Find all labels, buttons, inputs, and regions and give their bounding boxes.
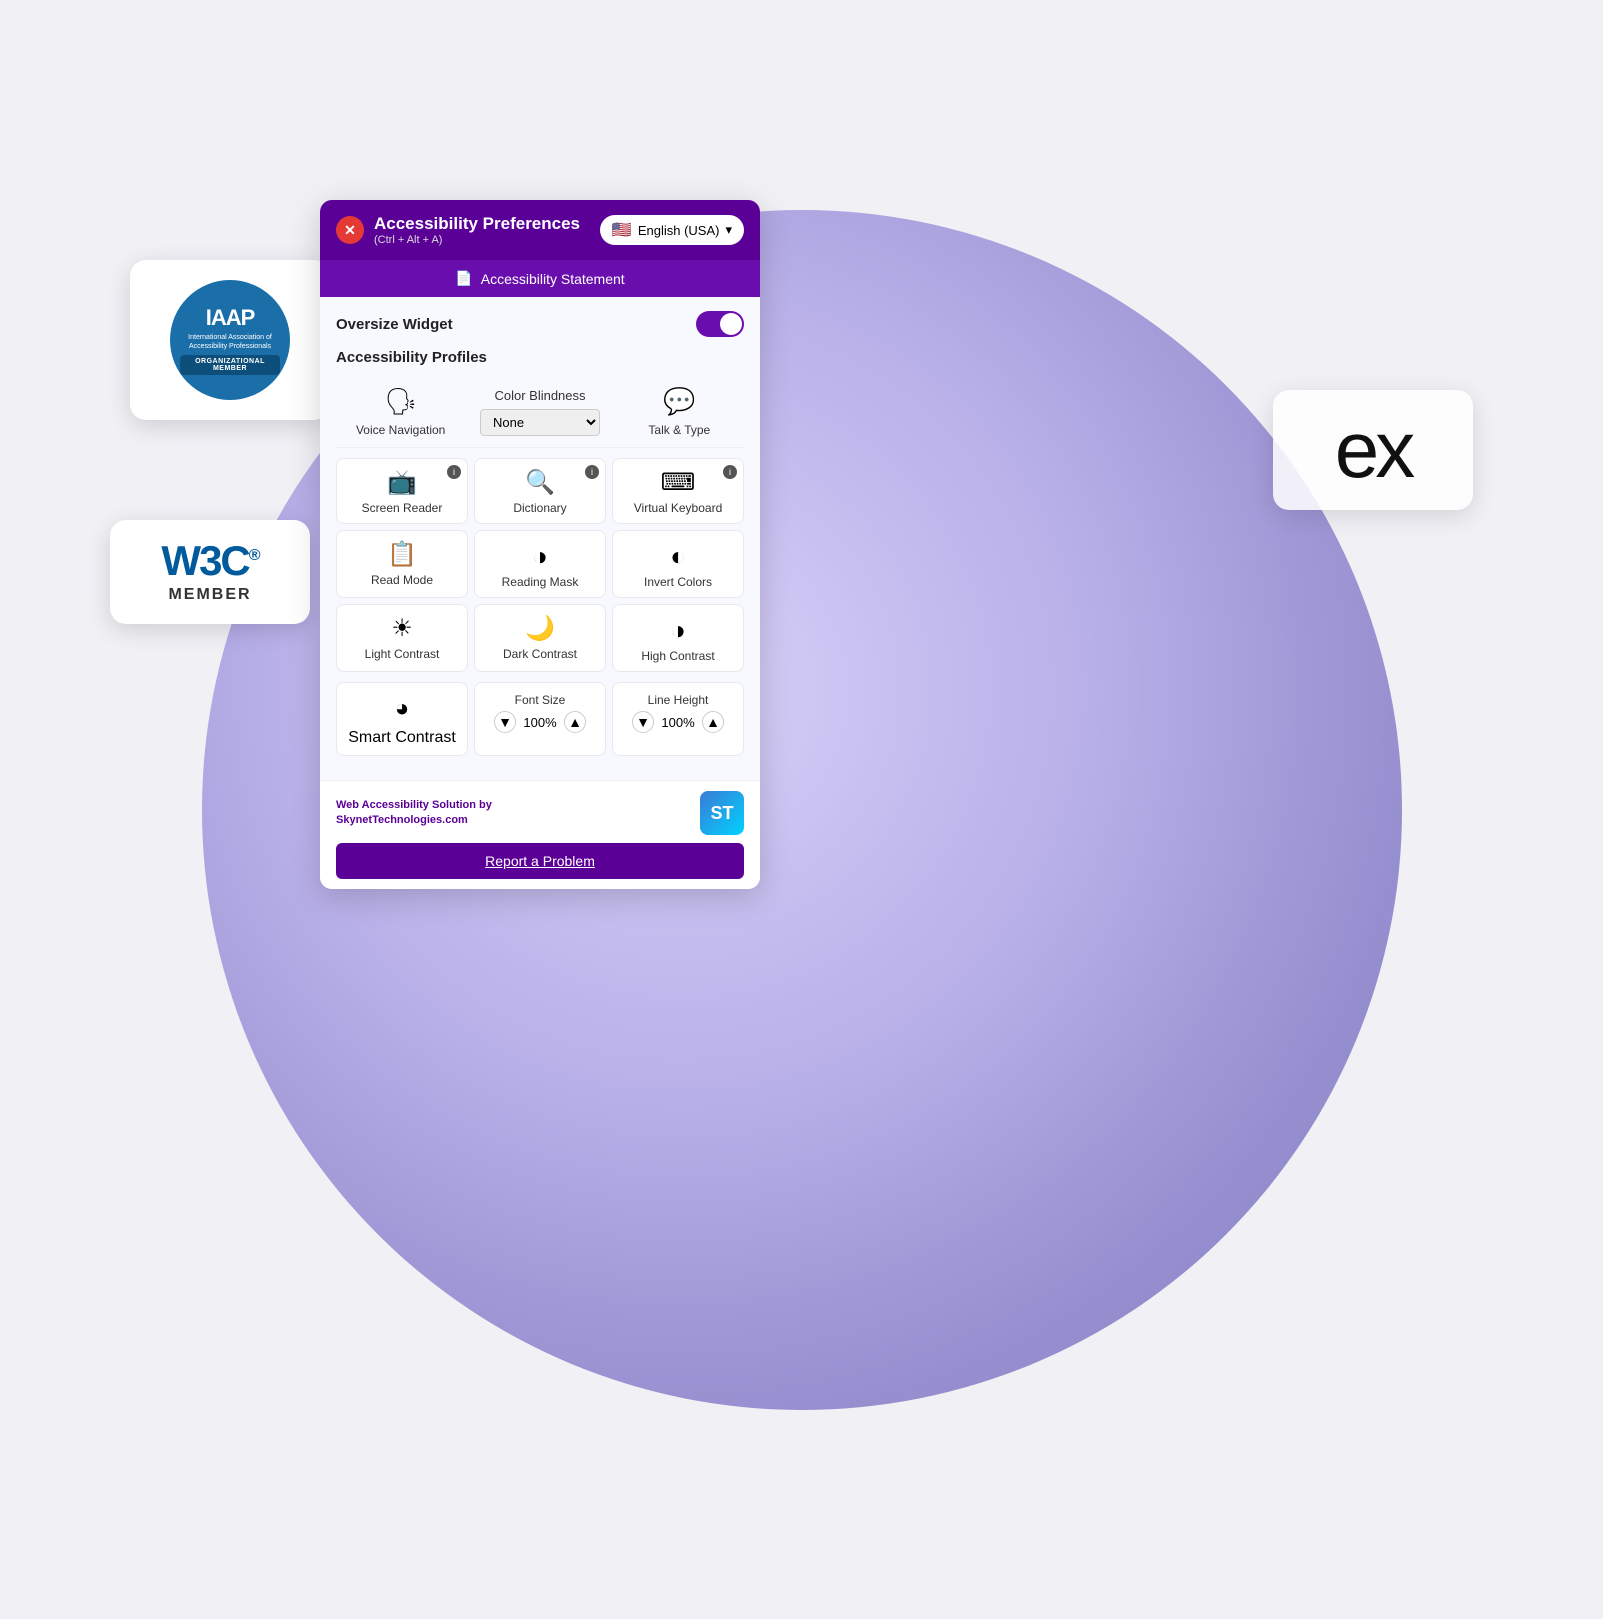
statement-icon: 📄 [455, 270, 472, 287]
title-block: Accessibility Preferences (Ctrl + Alt + … [374, 214, 580, 246]
high-contrast-label: High Contrast [641, 649, 714, 663]
iaap-circle: IAAP International Association of Access… [170, 280, 290, 400]
oversize-toggle[interactable] [696, 311, 744, 337]
info-icon: i [585, 465, 599, 479]
w3c-logo: W3C® [161, 540, 258, 582]
virtual-keyboard-label: Virtual Keyboard [634, 501, 723, 515]
iaap-org-badge: ORGANIZATIONAL MEMBER [180, 355, 280, 375]
screen-reader-icon: 📺 [387, 471, 417, 495]
invert-colors-label: Invert Colors [644, 575, 712, 589]
reading-mask-label: Reading Mask [502, 575, 579, 589]
voice-navigation-label: Voice Navigation [356, 423, 445, 437]
font-size-increase-button[interactable]: ▲ [564, 711, 586, 733]
talk-and-type-cell[interactable]: 💬 Talk & Type [615, 386, 744, 437]
voice-navigation-icon: 🗣 [384, 386, 417, 417]
invert-colors-icon: ◐ [670, 543, 686, 569]
footer-logo: ST [700, 791, 744, 835]
ex-text: ex [1335, 410, 1412, 490]
dictionary-icon: 🔍 [525, 471, 555, 495]
close-button[interactable]: ✕ [336, 216, 364, 244]
screen-reader-card[interactable]: i 📺 Screen Reader [336, 458, 468, 524]
reading-mask-card[interactable]: ◑ Reading Mask [474, 530, 606, 598]
font-size-label: Font Size [515, 693, 566, 707]
font-size-controls: ▼ 100% ▲ [494, 711, 586, 733]
iaap-subtitle: International Association of Accessibili… [180, 333, 280, 351]
dark-contrast-icon: 🌙 [525, 617, 555, 641]
language-label: English (USA) [638, 223, 720, 238]
top-features-row: 🗣 Voice Navigation Color Blindness None … [336, 376, 744, 448]
smart-contrast-card[interactable]: ◕ Smart Contrast [336, 682, 468, 756]
iaap-badge-card: IAAP International Association of Access… [130, 260, 330, 420]
dictionary-card[interactable]: i 🔍 Dictionary [474, 458, 606, 524]
line-height-value: 100% [660, 715, 696, 730]
close-icon: ✕ [344, 222, 356, 239]
font-size-stepper: Font Size ▼ 100% ▲ [474, 682, 606, 756]
info-icon: i [447, 465, 461, 479]
dark-contrast-label: Dark Contrast [503, 647, 577, 661]
info-icon: i [723, 465, 737, 479]
panel-shortcut: (Ctrl + Alt + A) [374, 234, 580, 246]
footer-company-link: SkynetTechnologies.com [336, 814, 468, 826]
profiles-label: Accessibility Profiles [336, 349, 744, 366]
oversize-row: Oversize Widget [336, 311, 744, 337]
header-left: ✕ Accessibility Preferences (Ctrl + Alt … [336, 214, 580, 246]
smart-contrast-label: Smart Contrast [348, 729, 456, 747]
panel-header: ✕ Accessibility Preferences (Ctrl + Alt … [320, 200, 760, 260]
invert-colors-card[interactable]: ◐ Invert Colors [612, 530, 744, 598]
report-problem-label: Report a Problem [485, 853, 595, 869]
statement-bar[interactable]: 📄 Accessibility Statement [320, 260, 760, 297]
ex-text-card: ex [1273, 390, 1473, 510]
w3c-member-label: MEMBER [168, 586, 251, 604]
footer-logo-text: ST [710, 803, 733, 824]
flag-icon: 🇺🇸 [612, 220, 632, 240]
line-height-decrease-button[interactable]: ▼ [632, 711, 654, 733]
reading-mask-icon: ◑ [532, 543, 548, 569]
oversize-label: Oversize Widget [336, 316, 453, 333]
statement-label: Accessibility Statement [481, 271, 625, 287]
high-contrast-icon: ◑ [670, 617, 686, 643]
font-size-decrease-button[interactable]: ▼ [494, 711, 516, 733]
read-mode-icon: 📋 [387, 543, 417, 567]
stepper-row: ◕ Smart Contrast Font Size ▼ 100% ▲ Line… [336, 682, 744, 756]
color-blindness-label: Color Blindness [494, 388, 585, 403]
language-button[interactable]: 🇺🇸 English (USA) ▾ [600, 215, 744, 245]
read-mode-card[interactable]: 📋 Read Mode [336, 530, 468, 598]
w3c-badge-card: W3C® MEMBER [110, 520, 310, 624]
chevron-down-icon: ▾ [725, 222, 732, 238]
color-blindness-select[interactable]: None Protanopia Deuteranopia Tritanopia [480, 409, 600, 436]
smart-contrast-icon: ◕ [395, 695, 410, 723]
panel-footer: Web Accessibility Solution by SkynetTech… [320, 780, 760, 889]
panel-body: Oversize Widget Accessibility Profiles 🗣… [320, 297, 760, 780]
read-mode-label: Read Mode [371, 573, 433, 587]
voice-navigation-cell[interactable]: 🗣 Voice Navigation [336, 386, 465, 437]
report-problem-button[interactable]: Report a Problem [336, 843, 744, 879]
accessibility-panel: ✕ Accessibility Preferences (Ctrl + Alt … [320, 200, 760, 889]
dark-contrast-card[interactable]: 🌙 Dark Contrast [474, 604, 606, 672]
line-height-stepper: Line Height ▼ 100% ▲ [612, 682, 744, 756]
color-blindness-cell: Color Blindness None Protanopia Deuteran… [475, 388, 604, 436]
virtual-keyboard-icon: ⌨ [661, 471, 696, 495]
line-height-increase-button[interactable]: ▲ [702, 711, 724, 733]
talk-and-type-label: Talk & Type [648, 423, 710, 437]
footer-branding: Web Accessibility Solution by SkynetTech… [336, 791, 744, 835]
light-contrast-card[interactable]: ☀ Light Contrast [336, 604, 468, 672]
light-contrast-label: Light Contrast [365, 647, 440, 661]
features-grid: i 📺 Screen Reader i 🔍 Dictionary i ⌨ Vir… [336, 458, 744, 672]
line-height-controls: ▼ 100% ▲ [632, 711, 724, 733]
footer-branding-text: Web Accessibility Solution by SkynetTech… [336, 798, 492, 829]
dictionary-label: Dictionary [513, 501, 566, 515]
iaap-title: IAAP [206, 305, 255, 331]
screen-reader-label: Screen Reader [362, 501, 443, 515]
line-height-label: Line Height [648, 693, 709, 707]
panel-title: Accessibility Preferences [374, 214, 580, 234]
talk-and-type-icon: 💬 [663, 386, 695, 417]
light-contrast-icon: ☀ [391, 617, 413, 641]
font-size-value: 100% [522, 715, 558, 730]
high-contrast-card[interactable]: ◑ High Contrast [612, 604, 744, 672]
virtual-keyboard-card[interactable]: i ⌨ Virtual Keyboard [612, 458, 744, 524]
